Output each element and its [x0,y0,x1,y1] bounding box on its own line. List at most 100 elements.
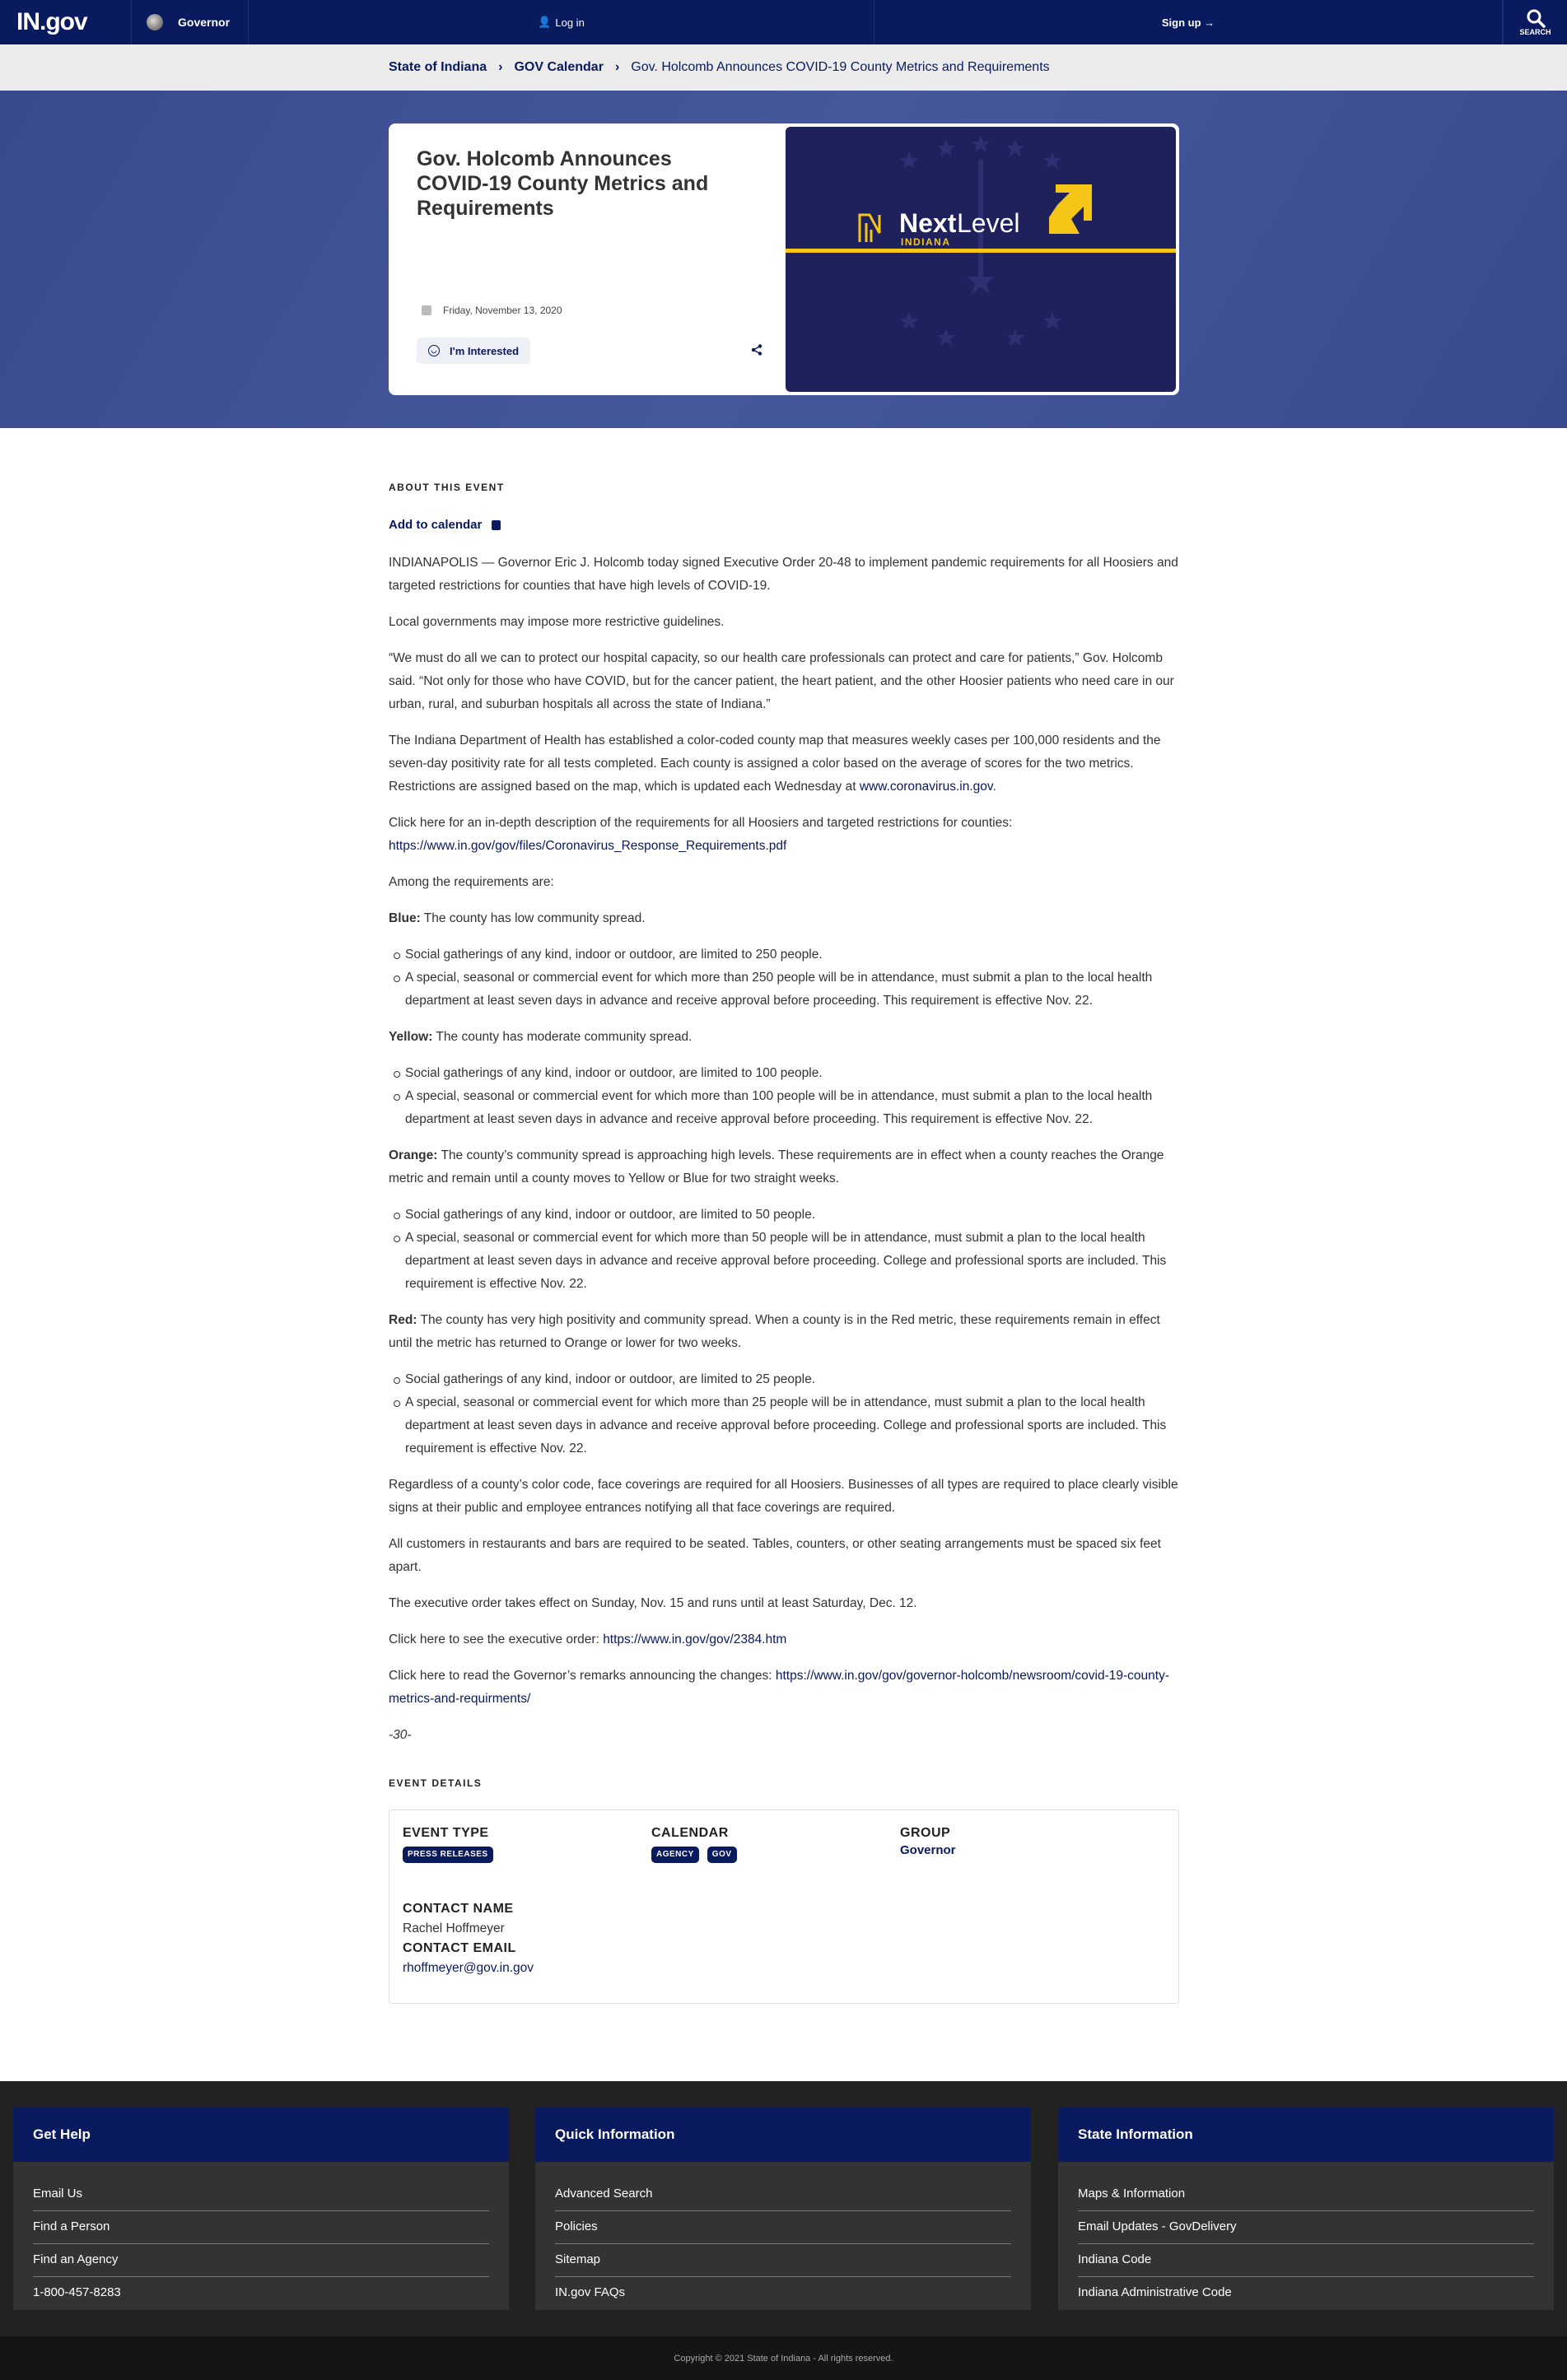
footer-link[interactable]: Email Us [33,2178,489,2211]
footer-column-title: Get Help [13,2108,509,2162]
list-item: A special, seasonal or commercial event … [394,1085,1179,1131]
blue-requirements: Social gatherings of any kind, indoor or… [394,943,1179,1013]
footer-link[interactable]: Indiana Code [1078,2244,1534,2277]
footer-link[interactable]: IN.gov FAQs [555,2277,1011,2310]
logo-text: IN.gov [16,8,88,35]
top-nav: IN.gov Governor 👤 Log in Sign up → SEARC… [0,0,1567,44]
footer-link[interactable]: Advanced Search [555,2178,1011,2211]
footer-column-title: State Information [1058,2108,1554,2162]
hero-banner: Gov. Holcomb Announces COVID-19 County M… [0,91,1567,428]
group-heading: GROUP [900,1826,951,1840]
orange-tier: Orange: The county’s community spread is… [389,1144,1179,1190]
requirements-pdf-link[interactable]: https://www.in.gov/gov/files/Coronavirus… [389,839,786,853]
login-label: Log in [555,16,585,29]
list-item: A special, seasonal or commercial event … [394,1227,1179,1296]
tier-text: The county’s community spread is approac… [389,1148,1164,1185]
search-button[interactable]: SEARCH [1503,0,1567,44]
yellow-requirements: Social gatherings of any kind, indoor or… [394,1062,1179,1131]
footer: Get Help Email Us Find a Person Find an … [0,2081,1567,2336]
share-icon[interactable] [751,344,763,360]
nextlevel-indiana-image: Next Level INDIANA [786,127,1176,392]
tier-text: The county has very high positivity and … [389,1313,1160,1350]
end-marker: -30- [389,1724,1179,1747]
footer-link[interactable]: 1-800-457-8283 [33,2277,489,2310]
chevron-right-icon: › [614,60,620,74]
breadcrumb-current: Gov. Holcomb Announces COVID-19 County M… [631,60,1050,74]
list-item: Social gatherings of any kind, indoor or… [394,1062,1179,1085]
paragraph: Among the requirements are: [389,875,554,889]
add-to-calendar-link[interactable]: Add to calendar [389,514,1179,537]
add-to-calendar-label: Add to calendar [389,518,483,532]
event-details-box: EVENT TYPE PRESS RELEASES CALENDAR AGENC… [389,1809,1179,2004]
event-card: Gov. Holcomb Announces COVID-19 County M… [389,123,1179,395]
event-type-badge[interactable]: PRESS RELEASES [403,1847,493,1863]
paragraph: INDIANAPOLIS — Governor Eric J. Holcomb … [389,556,1178,593]
login-button[interactable]: 👤 Log in [249,0,874,44]
footer-column-quick-information: Quick Information Advanced Search Polici… [535,2108,1031,2310]
contact-name-heading: CONTACT NAME [403,1902,514,1916]
tier-label: Orange: [389,1148,438,1162]
interested-button[interactable]: ◡ I'm Interested [417,338,531,364]
calendar-icon [492,520,501,530]
list-item: Social gatherings of any kind, indoor or… [394,1368,1179,1391]
group-link[interactable]: Governor [900,1842,956,1860]
footer-link[interactable]: Email Updates - GovDelivery [1078,2211,1534,2244]
executive-order-link[interactable]: https://www.in.gov/gov/2384.htm [603,1632,786,1646]
contact-email-heading: CONTACT EMAIL [403,1941,516,1955]
event-title: Gov. Holcomb Announces COVID-19 County M… [417,147,709,220]
brand-level: Level [957,208,1020,238]
signup-label: Sign up → [1161,16,1215,29]
state-seal-icon [147,14,163,30]
event-details-heading: EVENT DETAILS [389,1777,483,1789]
interested-label: I'm Interested [450,344,520,357]
paragraph: Regardless of a county’s color code, fac… [389,1478,1178,1515]
red-tier: Red: The county has very high positivity… [389,1309,1179,1355]
group-column: GROUP Governor [900,1825,956,1860]
paragraph: The Indiana Department of Health has est… [389,734,1161,794]
footer-link[interactable]: Maps & Information [1078,2178,1534,2211]
tier-label: Blue: [389,911,421,925]
paragraph: Click here for an in-depth description o… [389,812,1179,858]
footer-link[interactable]: Indiana Administrative Code [1078,2277,1534,2310]
agency-name: Governor [178,16,231,29]
arrow-up-right-icon [1049,184,1092,234]
orange-requirements: Social gatherings of any kind, indoor or… [394,1204,1179,1296]
footer-column-state-information: State Information Maps & Information Ema… [1058,2108,1554,2310]
paragraph-text: The Indiana Department of Health has est… [389,734,1161,794]
tier-text: The county has low community spread. [420,911,646,925]
smile-icon: ◡ [428,345,440,356]
end-marker-text: -30- [389,1728,412,1742]
paragraph: Local governments may impose more restri… [389,615,725,629]
footer-link[interactable]: Find an Agency [33,2244,489,2277]
brand-next: Next [899,208,957,238]
paragraph-text: Click here for an in-depth description o… [389,816,1013,830]
event-type-heading: EVENT TYPE [403,1826,489,1840]
breadcrumb: State of Indiana › GOV Calendar › Gov. H… [0,44,1567,91]
signup-button[interactable]: Sign up → [874,0,1503,44]
paragraph-text: Click here to see the executive order: [389,1632,604,1646]
calendar-column: CALENDAR AGENCY GOV [651,1825,745,1865]
footer-link[interactable]: Find a Person [33,2211,489,2244]
tier-label: Red: [389,1313,417,1327]
search-label: SEARCH [1519,28,1551,36]
calendar-badge-agency[interactable]: AGENCY [651,1847,699,1863]
footer-link[interactable]: Sitemap [555,2244,1011,2277]
paragraph: Click here to read the Governor’s remark… [389,1665,1179,1711]
about-heading: ABOUT THIS EVENT [389,482,505,493]
brand-state: INDIANA [901,236,951,248]
footer-column-title: Quick Information [535,2108,1031,2162]
breadcrumb-calendar[interactable]: GOV Calendar [514,60,603,75]
user-icon: 👤 [538,16,552,28]
agency-link[interactable]: Governor [132,0,249,44]
paragraph: Click here to see the executive order: h… [389,1628,1179,1651]
contact-email-link[interactable]: rhoffmeyer@gov.in.gov [403,1961,534,1975]
calendar-heading: CALENDAR [651,1826,729,1840]
paragraph: The executive order takes effect on Sund… [389,1596,917,1610]
event-type-column: EVENT TYPE PRESS RELEASES [403,1825,501,1865]
coronavirus-link[interactable]: www.coronavirus.in.gov [860,780,993,794]
footer-link[interactable]: Policies [555,2211,1011,2244]
chevron-right-icon: › [498,60,503,74]
calendar-badge-gov[interactable]: GOV [707,1847,737,1863]
breadcrumb-state[interactable]: State of Indiana [389,60,487,75]
ingov-logo[interactable]: IN.gov [0,0,132,44]
